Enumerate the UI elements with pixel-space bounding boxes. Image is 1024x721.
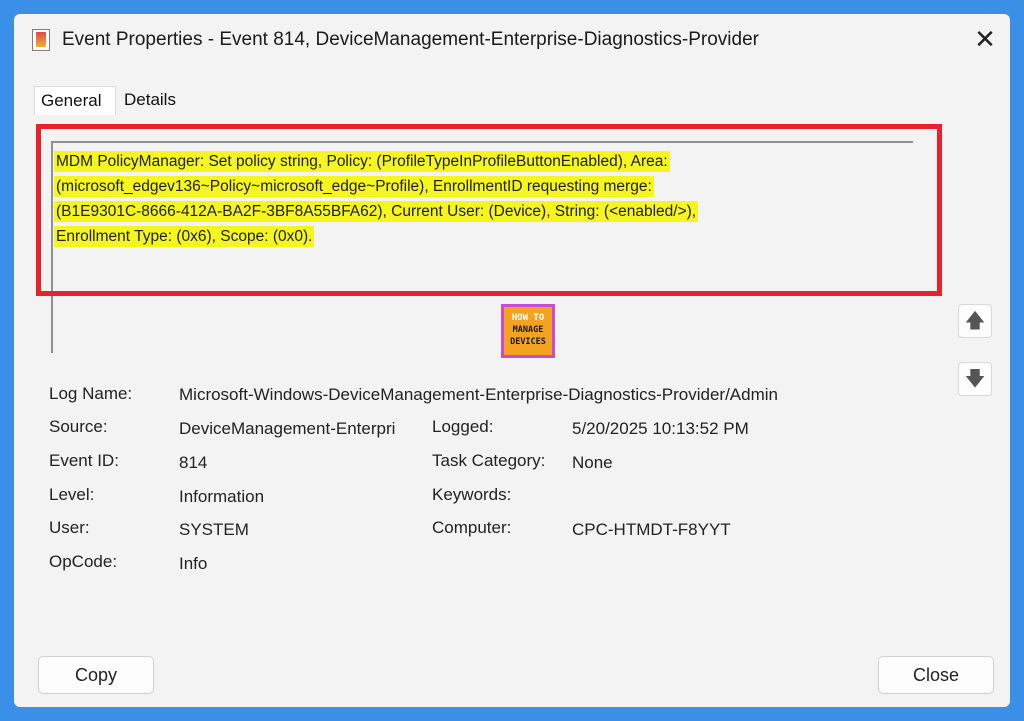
source-value: DeviceManagement-Enterpri	[179, 419, 396, 438]
log-name-label: Log Name:	[49, 384, 133, 403]
opcode-label: OpCode:	[49, 552, 118, 571]
logged-label: Logged:	[432, 417, 494, 436]
level-label: Level:	[49, 485, 95, 504]
description-line: Enrollment Type: (0x6), Scope: (0x0).	[56, 228, 313, 245]
close-button[interactable]: Close	[878, 656, 994, 694]
logo-line1: MANAGE	[512, 325, 544, 335]
opcode-value: Info	[179, 554, 208, 573]
description-line: (B1E9301C-8666-412A-BA2F-3BF8A55BFA62), …	[56, 203, 697, 220]
up-arrow-icon: 🡅	[964, 310, 986, 332]
event-id-label: Event ID:	[49, 451, 119, 470]
close-icon[interactable]: ✕	[970, 24, 1000, 54]
computer-label: Computer:	[432, 518, 512, 537]
next-event-button[interactable]: 🡇	[958, 362, 992, 396]
tab-general[interactable]: General	[34, 86, 116, 116]
user-value: SYSTEM	[179, 520, 249, 539]
copy-button[interactable]: Copy	[38, 656, 154, 694]
level-value: Information	[179, 487, 265, 506]
title-bar: Event Properties - Event 814, DeviceMana…	[14, 14, 1010, 68]
event-description: MDM PolicyManager: Set policy string, Po…	[56, 149, 856, 249]
down-arrow-icon: 🡇	[964, 368, 986, 390]
task-category-label: Task Category:	[432, 451, 546, 470]
keywords-label: Keywords:	[432, 485, 512, 504]
how-to-manage-devices-logo: HOW TO MANAGE DEVICES	[501, 304, 555, 358]
logo-top-text: HOW TO	[511, 313, 545, 323]
logo-line2: DEVICES	[510, 337, 546, 347]
previous-event-button[interactable]: 🡅	[958, 304, 992, 338]
tab-details[interactable]: Details	[118, 86, 188, 116]
source-label: Source:	[49, 417, 108, 436]
event-id-value: 814	[179, 453, 208, 472]
description-line: MDM PolicyManager: Set policy string, Po…	[56, 153, 668, 170]
event-viewer-icon	[32, 29, 50, 51]
computer-value: CPC-HTMDT-F8YYT	[572, 520, 731, 539]
window-title: Event Properties - Event 814, DeviceMana…	[62, 29, 759, 50]
event-properties-dialog: Event Properties - Event 814, DeviceMana…	[14, 14, 1010, 707]
description-line: (microsoft_edgev136~Policy~microsoft_edg…	[56, 178, 652, 195]
user-label: User:	[49, 518, 90, 537]
task-category-value: None	[572, 453, 613, 472]
log-name-value: Microsoft-Windows-DeviceManagement-Enter…	[179, 385, 778, 404]
logged-value: 5/20/2025 10:13:52 PM	[572, 419, 749, 438]
